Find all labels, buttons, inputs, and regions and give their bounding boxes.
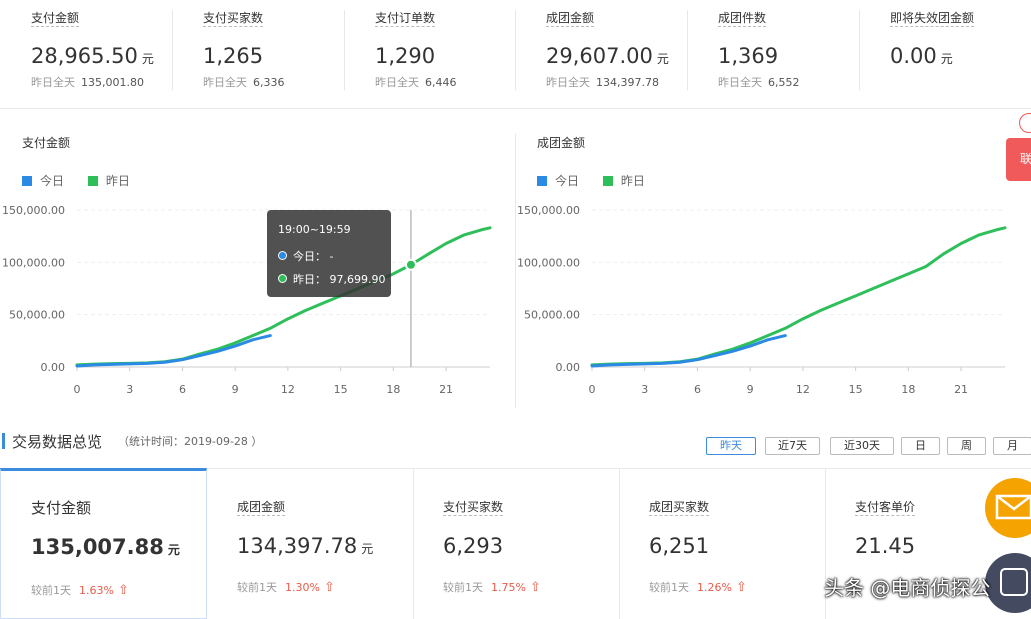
contact-side-label: 联 [1020,150,1031,167]
mail-icon [985,478,1031,538]
x-tick-label: 3 [641,383,648,396]
y-tick-label: 100,000.00 [2,256,65,269]
arrow-up-icon: ⇧ [118,583,129,598]
compare-percent: 1.75% [491,581,526,594]
y-tick-label: 0.00 [41,361,66,374]
arrow-up-icon: ⇧ [736,580,747,595]
mail-float-button[interactable] [985,478,1031,538]
card-number: 6,293 [443,534,503,558]
compare-label: 较前1天 [237,581,277,594]
x-tick-label: 21 [439,383,453,396]
section-header: 交易数据总览 （统计时间：2019-09-28 ） 昨天近7天近30天日周月 [0,428,1031,469]
x-tick-label: 12 [281,383,295,396]
tooltip-point [406,260,416,270]
tooltip-today-label: 今日： [293,250,326,263]
tooltip-row-today: 今日： - [278,248,333,264]
x-tick-label: 9 [747,383,754,396]
arrow-up-icon: ⇧ [530,580,541,595]
x-tick-label: 21 [954,383,968,396]
summary-card[interactable]: 支付买家数 6,293 较前1天 1.75% ⇧ [413,468,620,619]
x-tick-label: 3 [126,383,133,396]
card-unit: 元 [168,543,180,557]
card-value: 135,007.88 元 [31,535,180,559]
card-label: 支付金额 [31,497,91,518]
compare-label: 较前1天 [443,581,483,594]
section-title: 交易数据总览 [12,431,102,452]
card-compare: 较前1天 1.75% ⇧ [443,579,541,595]
y-tick-label: 150,000.00 [2,204,65,217]
range-tab[interactable]: 日 [901,437,940,455]
card-value: 134,397.78 元 [237,534,373,558]
x-tick-label: 0 [589,383,596,396]
tooltip-title: 19:00~19:59 [278,223,351,236]
range-tab[interactable]: 近30天 [830,437,894,455]
y-tick-label: 100,000.00 [517,256,580,269]
x-tick-label: 18 [386,383,400,396]
tooltip-row-yesterday: 昨日： 97,699.90 [278,271,385,287]
card-label: 支付买家数 [443,498,503,516]
card-value: 21.45 [855,534,919,558]
card-label: 支付客单价 [855,498,915,516]
chart-tooltip: 19:00~19:59 今日： - 昨日： 97,699.90 [267,210,391,297]
x-tick-label: 18 [901,383,915,396]
card-number: 21.45 [855,534,915,558]
series-line-yesterday [592,228,1005,365]
compare-percent: 1.26% [697,581,732,594]
summary-card[interactable]: 成团买家数 6,251 较前1天 1.26% ⇧ [619,468,826,619]
compare-label: 较前1天 [649,581,689,594]
x-tick-label: 9 [232,383,239,396]
x-tick-label: 6 [179,383,186,396]
y-tick-label: 50,000.00 [524,309,580,322]
summary-card[interactable]: 成团金额 134,397.78 元较前1天 1.30% ⇧ [207,468,414,619]
range-tab[interactable]: 月 [993,437,1031,455]
card-compare: 较前1天 1.26% ⇧ [649,579,747,595]
card-number: 135,007.88 [31,535,164,559]
x-tick-label: 6 [694,383,701,396]
range-tab[interactable]: 昨天 [706,437,756,455]
card-value: 6,293 [443,534,507,558]
card-number: 6,251 [649,534,709,558]
tooltip-dot-yesterday [278,274,287,283]
card-value: 6,251 [649,534,713,558]
card-compare: 较前1天 1.63% ⇧ [31,582,129,598]
arrow-up-icon: ⇧ [324,580,335,595]
card-number: 134,397.78 [237,534,357,558]
card-unit: 元 [361,542,373,556]
tooltip-yesterday-label: 昨日： [293,273,326,286]
y-tick-label: 0.00 [556,361,581,374]
x-tick-label: 15 [334,383,348,396]
tooltip-dot-today [278,251,287,260]
x-tick-label: 0 [74,383,81,396]
card-label: 成团买家数 [649,498,709,516]
chart-group-amount[interactable]: 0.00 50,000.00 100,000.00 150,000.00 0 3 6 9 12 1… [515,0,1030,410]
service-float-button[interactable] [985,553,1031,613]
x-tick-label: 15 [849,383,863,396]
x-tick-label: 12 [796,383,810,396]
range-tab[interactable]: 周 [947,437,986,455]
y-tick-label: 150,000.00 [517,204,580,217]
card-compare: 较前1天 1.30% ⇧ [237,579,335,595]
tooltip-yesterday-value: 97,699.90 [330,273,386,286]
compare-label: 较前1天 [31,584,71,597]
tooltip-today-value: - [330,250,334,263]
watermark-text: 头条 @电商侦探公 [824,572,990,601]
service-icon [985,553,1031,613]
section-stat-time: （统计时间：2019-09-28 ） [118,433,262,449]
range-tab[interactable]: 近7天 [765,437,820,455]
card-label: 成团金额 [237,498,285,516]
y-tick-label: 50,000.00 [9,309,65,322]
contact-side-tab[interactable]: 联 [1006,138,1031,181]
summary-card[interactable]: 支付金额 135,007.88 元较前1天 1.63% ⇧ [0,468,207,619]
section-accent-bar [2,433,5,449]
compare-percent: 1.30% [285,581,320,594]
chart-payment-amount[interactable]: 0.00 50,000.00 100,000.00 150,000.00 0 3 6 9 12 1… [0,0,515,410]
compare-percent: 1.63% [79,584,114,597]
